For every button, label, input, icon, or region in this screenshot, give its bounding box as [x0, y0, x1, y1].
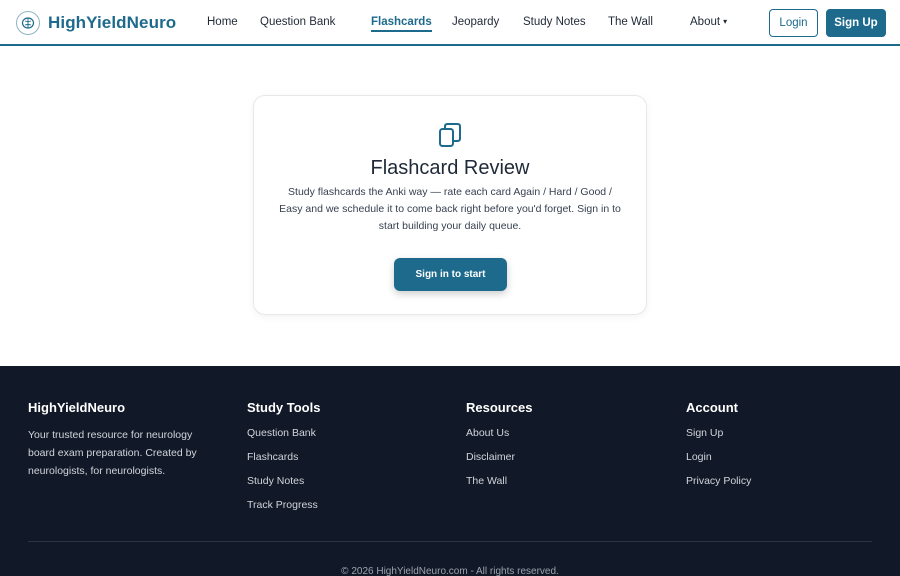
- sign-in-to-start-button[interactable]: Sign in to start: [394, 258, 507, 291]
- footer-link-question-bank[interactable]: Question Bank: [247, 426, 320, 450]
- nav-jeopardy[interactable]: Jeopardy: [452, 16, 499, 28]
- nav-flashcards[interactable]: Flashcards: [371, 16, 432, 32]
- site-footer: HighYieldNeuro Your trusted resource for…: [0, 366, 900, 576]
- footer-account-column: Account Sign Up Login Privacy Policy: [686, 400, 751, 498]
- footer-link-disclaimer[interactable]: Disclaimer: [466, 450, 532, 474]
- flashcard-review-card: Flashcard Review Study flashcards the An…: [253, 95, 647, 315]
- footer-link-study-notes[interactable]: Study Notes: [247, 474, 320, 498]
- footer-link-about-us[interactable]: About Us: [466, 426, 532, 450]
- nav-the-wall[interactable]: The Wall: [608, 16, 653, 28]
- nav-home[interactable]: Home: [207, 16, 238, 28]
- active-nav-underline: [371, 30, 432, 32]
- footer-link-privacy-policy[interactable]: Privacy Policy: [686, 474, 751, 498]
- footer-heading-study-tools: Study Tools: [247, 400, 321, 415]
- site-header: HighYieldNeuro Home Question Bank Flashc…: [0, 0, 900, 46]
- footer-resources-column: Resources About Us Disclaimer The Wall: [466, 400, 532, 498]
- nav-flashcards-label: Flashcards: [371, 16, 432, 28]
- login-button[interactable]: Login: [769, 9, 818, 37]
- footer-link-flashcards[interactable]: Flashcards: [247, 450, 320, 474]
- brand-logo-link[interactable]: HighYieldNeuro: [16, 11, 176, 35]
- footer-copyright: © 2026 HighYieldNeuro.com - All rights r…: [341, 566, 559, 576]
- nav-about-dropdown[interactable]: About ▾: [690, 16, 727, 28]
- footer-divider: [28, 541, 872, 542]
- card-description: Study flashcards the Anki way — rate eac…: [279, 186, 621, 232]
- footer-about-column: HighYieldNeuro Your trusted resource for…: [28, 400, 218, 480]
- card-title: Flashcard Review: [370, 157, 530, 179]
- footer-about-text: Your trusted resource for neurology boar…: [28, 429, 197, 477]
- chevron-down-icon: ▾: [723, 17, 728, 26]
- footer-link-login[interactable]: Login: [686, 450, 751, 474]
- copy-cards-icon: [439, 123, 461, 147]
- footer-study-tools-column: Study Tools Question Bank Flashcards Stu…: [247, 400, 320, 522]
- footer-heading-resources: Resources: [466, 400, 533, 415]
- footer-heading-account: Account: [686, 400, 738, 415]
- footer-link-the-wall[interactable]: The Wall: [466, 474, 532, 498]
- footer-link-track-progress[interactable]: Track Progress: [247, 498, 320, 522]
- footer-brand-heading: HighYieldNeuro: [28, 400, 126, 415]
- nav-about-label: About: [690, 16, 721, 28]
- brand-name: HighYieldNeuro: [48, 13, 177, 32]
- brain-icon: [16, 11, 40, 35]
- nav-study-notes[interactable]: Study Notes: [523, 16, 586, 28]
- signup-button[interactable]: Sign Up: [826, 9, 886, 37]
- nav-question-bank[interactable]: Question Bank: [260, 16, 335, 28]
- footer-link-sign-up[interactable]: Sign Up: [686, 426, 751, 450]
